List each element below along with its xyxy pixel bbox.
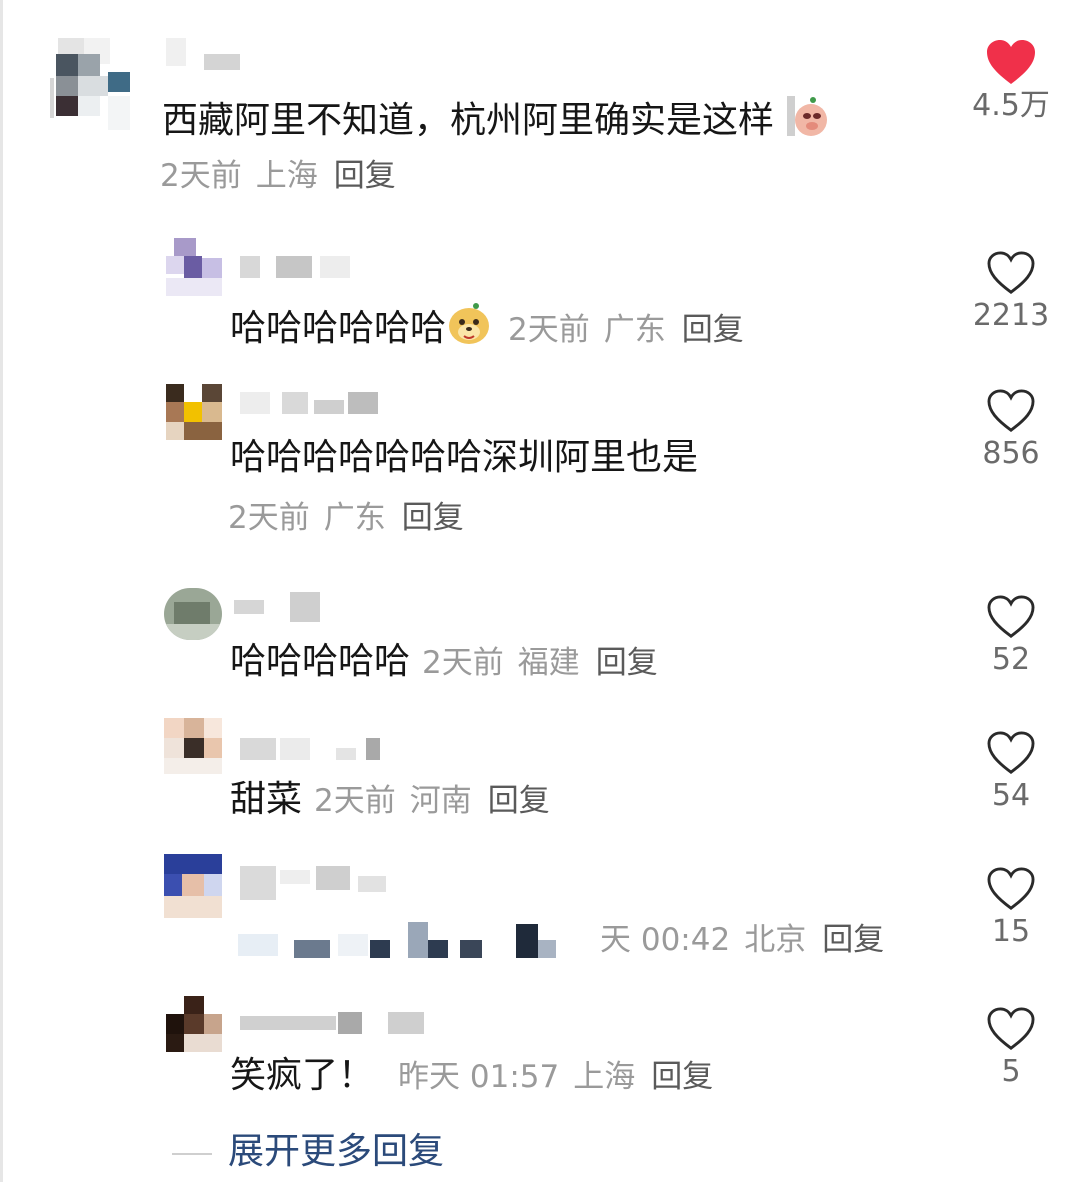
expand-more-replies-button[interactable]: 展开更多回复 [228, 1130, 444, 1174]
like-count: 4.5万 [972, 88, 1050, 123]
reply-button[interactable]: 回复 [651, 1059, 713, 1095]
avatar[interactable] [50, 38, 130, 130]
like-button[interactable]: 2213 [966, 250, 1056, 334]
reply-button[interactable]: 回复 [488, 783, 550, 819]
avatar[interactable] [166, 238, 222, 296]
like-count: 15 [991, 914, 1031, 949]
avatar[interactable] [164, 718, 222, 774]
like-count: 2213 [972, 298, 1050, 333]
reply-text: 哈哈哈哈哈哈 2天前 广东 回复 [230, 300, 744, 357]
reply-text: 笑疯了！ 昨天 01:57 上海 回复 [230, 1055, 714, 1096]
comment-text: 西藏阿里不知道，杭州阿里确实是这样 [162, 94, 829, 149]
heart-outline-icon [987, 1007, 1035, 1050]
reply-meta: 2天前 河南 回复 [314, 783, 550, 819]
heart-outline-icon [987, 389, 1035, 432]
username-blurred[interactable] [240, 256, 352, 278]
comment-time: 2天前 [160, 158, 242, 194]
reply-meta: 天 00:42 北京 回复 [600, 922, 885, 958]
left-edge-divider [0, 0, 3, 1182]
like-count: 54 [991, 778, 1031, 813]
reply-text: 甜菜 2天前 河南 回复 [230, 779, 550, 820]
heart-outline-icon [987, 731, 1035, 774]
like-button[interactable]: 15 [966, 866, 1056, 950]
comment-meta: 2天前 上海 回复 [160, 156, 396, 196]
avatar[interactable] [164, 854, 222, 918]
like-button[interactable]: 52 [966, 594, 1056, 678]
reply-text-blurred [238, 916, 588, 960]
pig-face-emoji [785, 94, 829, 149]
expand-divider [172, 1153, 212, 1155]
avatar[interactable] [166, 996, 222, 1052]
like-count: 52 [991, 642, 1031, 677]
heart-outline-icon [987, 867, 1035, 910]
like-count: 5 [1001, 1054, 1021, 1089]
heart-filled-icon [987, 40, 1035, 84]
username-blurred[interactable] [166, 38, 246, 72]
reply-button[interactable]: 回复 [682, 312, 744, 348]
reply-meta: 2天前 福建 回复 [422, 645, 658, 681]
username-blurred[interactable] [240, 1012, 426, 1034]
username-blurred[interactable] [240, 738, 380, 760]
like-button[interactable]: 5 [966, 1006, 1056, 1090]
reply-button[interactable]: 回复 [334, 158, 396, 194]
heart-outline-icon [987, 251, 1035, 294]
like-button[interactable]: 4.5万 [966, 38, 1056, 124]
reply-button[interactable]: 回复 [596, 645, 658, 681]
reply-meta: 2天前 广东 回复 [228, 500, 464, 536]
username-blurred[interactable] [240, 392, 380, 414]
avatar[interactable] [166, 384, 222, 440]
heart-outline-icon [987, 595, 1035, 638]
reply-text: 哈哈哈哈哈哈哈深圳阿里也是 [230, 437, 699, 478]
like-count: 856 [982, 436, 1040, 471]
username-blurred[interactable] [234, 592, 334, 622]
reply-meta: 昨天 01:57 上海 回复 [398, 1059, 714, 1095]
reply-meta: 2天前 广东 回复 [508, 312, 744, 348]
like-button[interactable]: 54 [966, 730, 1056, 814]
username-blurred[interactable] [240, 866, 388, 900]
reply-button[interactable]: 回复 [822, 922, 884, 958]
reply-button[interactable]: 回复 [402, 500, 464, 536]
like-button[interactable]: 856 [966, 388, 1056, 472]
dog-face-emoji [446, 300, 492, 357]
avatar[interactable] [164, 588, 222, 640]
reply-text: 哈哈哈哈哈 2天前 福建 回复 [230, 641, 658, 682]
comment-location: 上海 [255, 158, 318, 194]
